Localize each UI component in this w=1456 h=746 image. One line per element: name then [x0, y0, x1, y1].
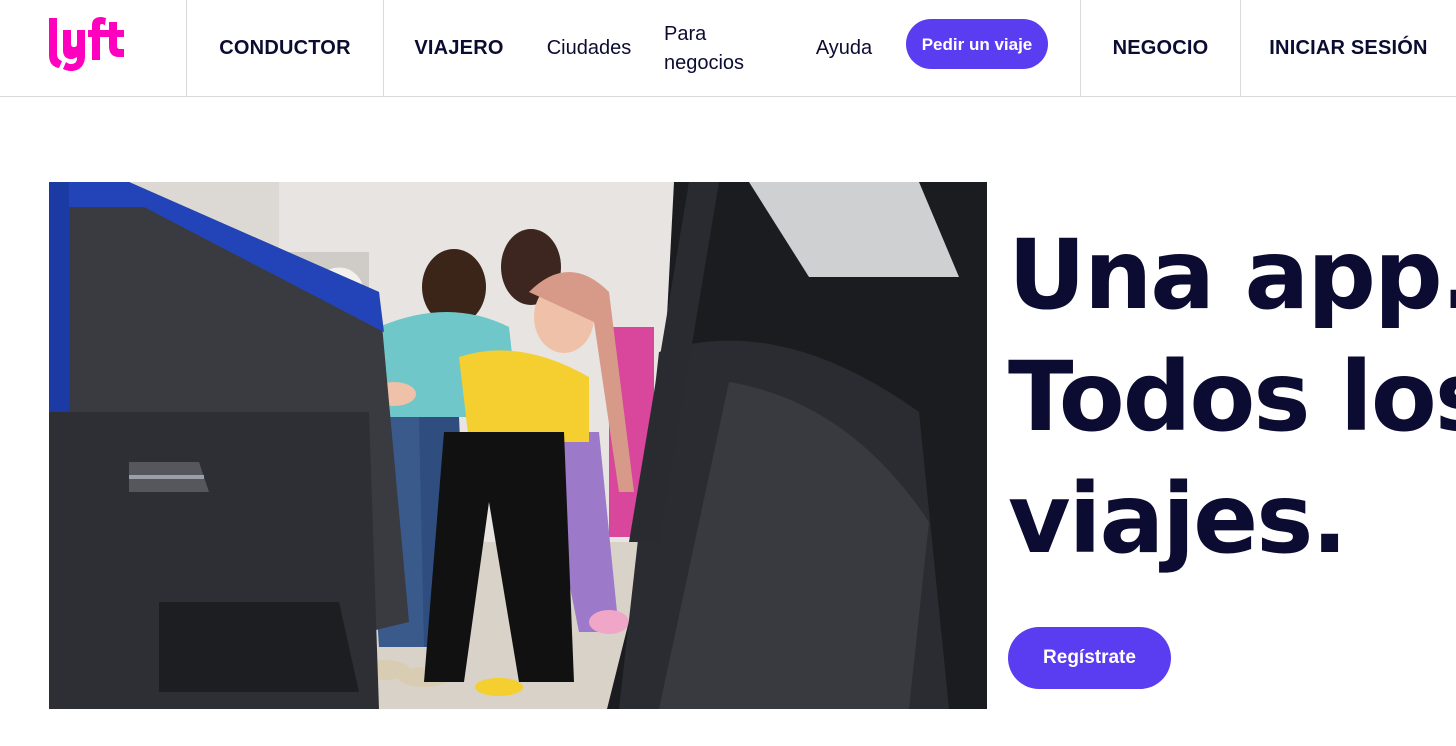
pedir-viaje-button[interactable]: Pedir un viaje	[906, 19, 1048, 69]
top-navigation: CONDUCTOR VIAJERO Ciudades Para negocios…	[0, 0, 1456, 97]
nav-iniciar-sesion[interactable]: INICIAR SESIÓN	[1241, 0, 1456, 97]
nav-ayuda[interactable]: Ayuda	[808, 0, 880, 97]
headline-line: viajes.	[1008, 463, 1348, 575]
nav-viajero[interactable]: VIAJERO	[404, 0, 514, 97]
hero-image	[49, 182, 987, 709]
nav-negocio[interactable]: NEGOCIO	[1081, 0, 1240, 97]
nav-para-negocios[interactable]: Para negocios	[664, 0, 764, 97]
nav-ciudades[interactable]: Ciudades	[540, 0, 638, 97]
lyft-logo[interactable]	[46, 16, 128, 72]
hero-headline: Una app. Todos los viajes.	[1008, 214, 1456, 580]
nav-conductor[interactable]: CONDUCTOR	[187, 0, 383, 97]
registrate-button[interactable]: Regístrate	[1008, 627, 1171, 689]
headline-line: Una app.	[1008, 219, 1456, 331]
hero-photo-illustration	[49, 182, 987, 709]
nav-divider	[383, 0, 384, 97]
headline-line: Todos los	[1008, 341, 1456, 453]
